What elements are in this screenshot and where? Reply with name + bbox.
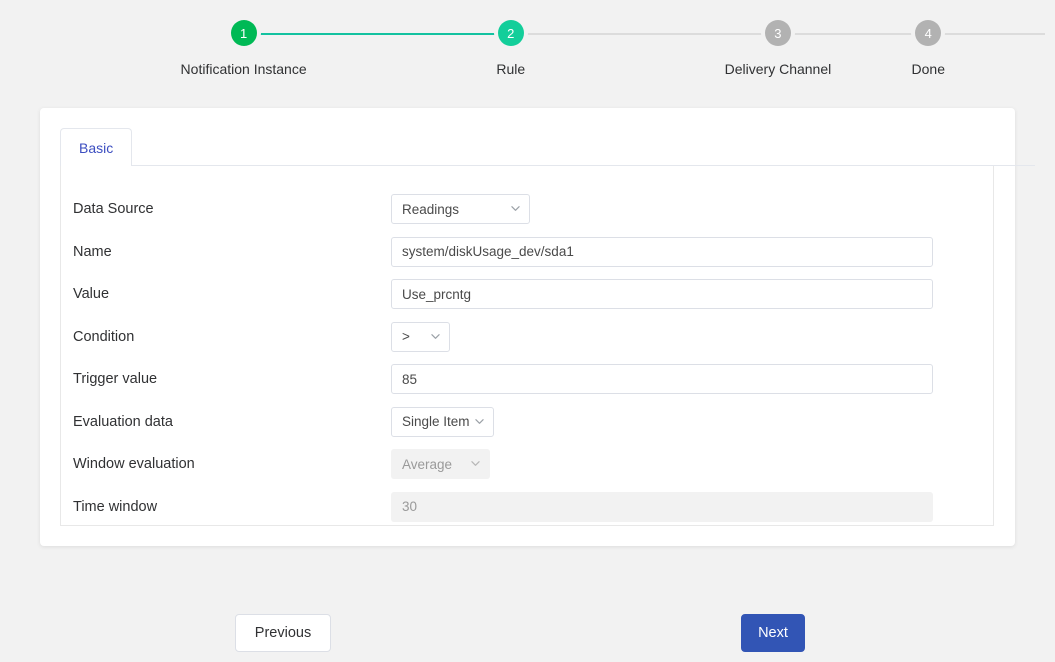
form-row-window-evaluation: Window evaluation Average: [61, 443, 993, 486]
form-row-time-window: Time window: [61, 486, 993, 526]
stepper-label-3: Delivery Channel: [724, 61, 832, 77]
condition-select[interactable]: >: [391, 321, 450, 352]
evaluation-data-select[interactable]: Single Item: [391, 406, 494, 437]
stepper-connector-3: [777, 33, 1046, 35]
label-condition: Condition: [73, 328, 135, 345]
form-row-condition: Condition >: [61, 316, 993, 359]
field-name: [391, 236, 993, 267]
form-row-trigger-value: Trigger value: [61, 358, 993, 401]
tab-bar: Basic: [60, 128, 1035, 166]
trigger-value-input[interactable]: [391, 364, 933, 395]
chevron-down-icon: [511, 204, 520, 213]
field-data-source: Readings: [391, 194, 993, 225]
chevron-down-icon: [475, 417, 484, 426]
data-source-select-value: Readings: [402, 201, 460, 217]
form-row-name: Name: [61, 231, 993, 274]
field-value: [391, 279, 993, 310]
chevron-down-icon: [471, 459, 480, 468]
field-trigger-value: [391, 364, 993, 395]
data-source-select[interactable]: Readings: [391, 194, 530, 225]
tab-basic[interactable]: Basic: [60, 128, 133, 166]
label-trigger-value: Trigger value: [73, 371, 158, 388]
wizard-footer: Previous Next: [235, 614, 805, 652]
name-input[interactable]: [391, 236, 933, 267]
form-row-evaluation-data: Evaluation data Single Item: [61, 401, 993, 444]
stepper-step-1[interactable]: 1 Notification Instance: [110, 20, 511, 77]
time-window-input: [391, 491, 933, 522]
stepper-step-4[interactable]: 4 Done: [912, 20, 945, 77]
window-evaluation-select: Average: [391, 449, 490, 480]
field-time-window: [391, 491, 993, 522]
form-rows: Data Source Readings Name Value: [61, 166, 993, 526]
stepper-connector-1: [243, 33, 511, 35]
stepper-connector-2: [510, 33, 778, 35]
field-window-evaluation: Average: [391, 449, 993, 480]
stepper-number-3: 3: [774, 25, 782, 41]
next-button[interactable]: Next: [741, 614, 805, 652]
value-input[interactable]: [391, 279, 933, 310]
stepper-label-2: Rule: [496, 61, 526, 77]
stepper-circle-3: 3: [764, 20, 791, 46]
stepper-label-4: Done: [911, 61, 945, 77]
stepper-circle-1: 1: [230, 20, 257, 46]
wizard-stepper: 1 Notification Instance 2 Rule 3 Deliver…: [0, 0, 1055, 95]
field-condition: >: [391, 321, 993, 352]
previous-button[interactable]: Previous: [235, 614, 331, 652]
label-evaluation-data: Evaluation data: [73, 413, 173, 430]
condition-select-value: >: [402, 329, 410, 345]
form-row-data-source: Data Source Readings: [61, 188, 993, 231]
stepper-number-1: 1: [239, 25, 248, 41]
window-evaluation-select-value: Average: [402, 456, 453, 472]
stepper-step-2[interactable]: 2 Rule: [377, 20, 778, 77]
label-value: Value: [73, 286, 110, 303]
label-window-evaluation: Window evaluation: [73, 456, 195, 473]
field-evaluation-data: Single Item: [391, 406, 993, 437]
stepper-steps: 1 Notification Instance 2 Rule 3 Deliver…: [0, 20, 1055, 77]
label-data-source: Data Source: [73, 201, 154, 218]
rule-form: Data Source Readings Name Value: [60, 166, 994, 526]
stepper-number-2: 2: [507, 25, 515, 41]
stepper-circle-2: 2: [497, 20, 524, 46]
stepper-number-4: 4: [924, 25, 932, 41]
evaluation-data-select-value: Single Item: [402, 414, 470, 430]
stepper-circle-4: 4: [915, 20, 942, 46]
label-time-window: Time window: [73, 498, 158, 515]
label-name: Name: [73, 243, 112, 260]
chevron-down-icon: [431, 332, 440, 341]
tab-bar-underline: [60, 165, 1035, 166]
stepper-step-3[interactable]: 3 Delivery Channel: [644, 20, 1046, 77]
stepper-label-1: Notification Instance: [180, 61, 307, 77]
form-row-value: Value: [61, 273, 993, 316]
